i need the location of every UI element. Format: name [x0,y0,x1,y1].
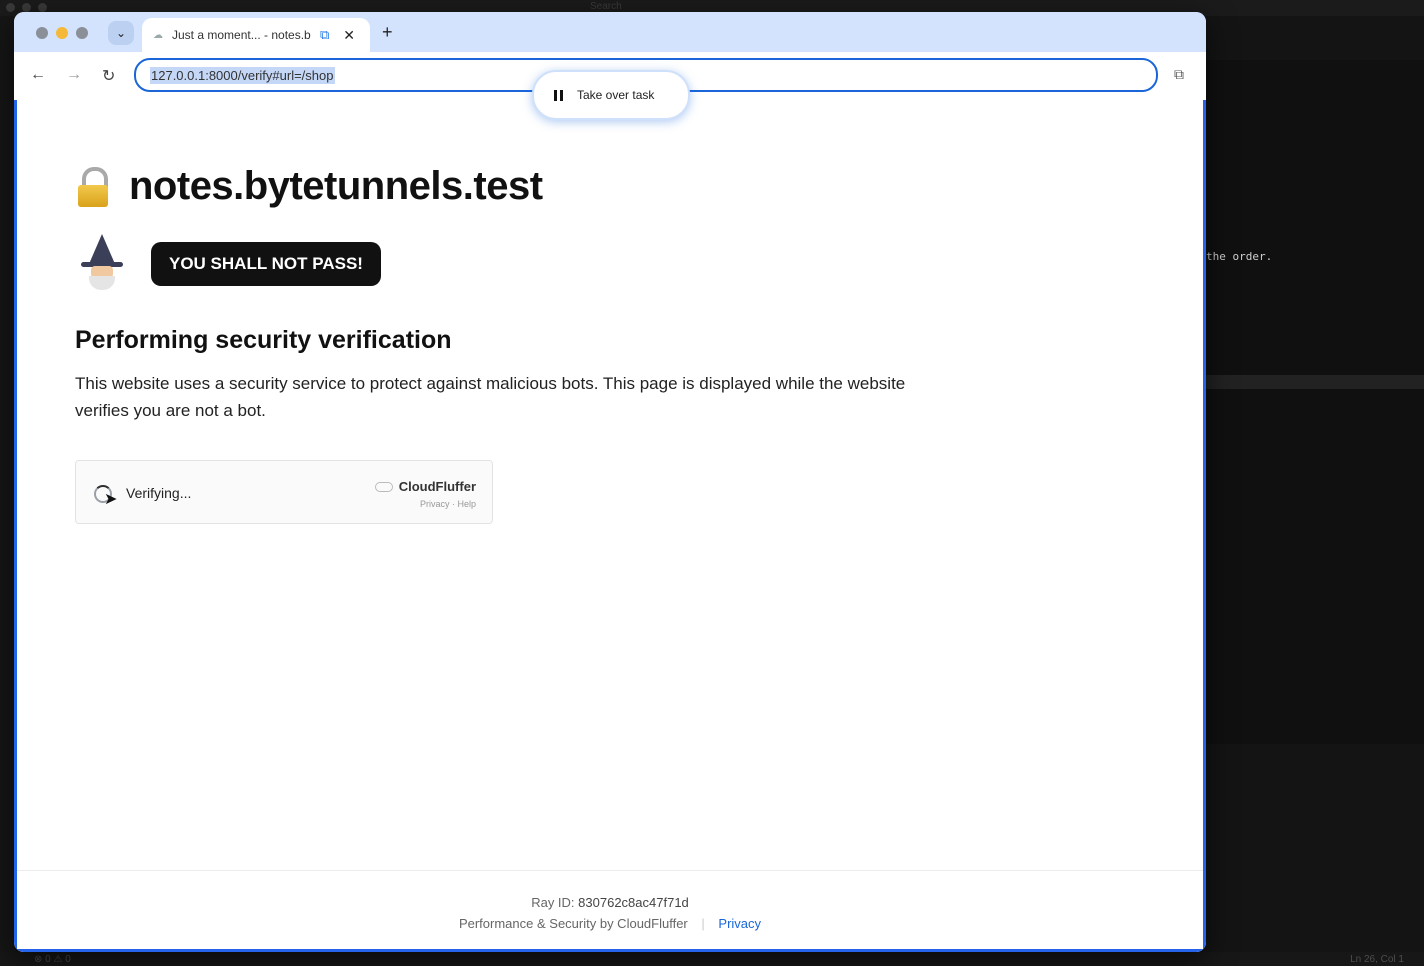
bg-search-label: Search [590,1,622,12]
widget-brand-name: CloudFluffer [398,479,476,494]
editor-highlight-line [1206,375,1424,389]
widget-brand: CloudFluffer [374,479,476,494]
pause-icon [554,89,563,101]
shall-not-pass-badge: YOU SHALL NOT PASS! [151,242,381,286]
editor-status-position[interactable]: Ln 26, Col 1 [1350,954,1404,965]
bg-window-dot [38,3,47,12]
editor-status-bar [0,952,1424,966]
take-over-task-label: Take over task [577,88,655,102]
ray-id-label: Ray ID: [531,895,575,910]
footer-separator: | [701,916,705,931]
wizard-icon [75,234,129,294]
reload-icon[interactable]: ↻ [102,66,115,86]
site-header: notes.bytetunnels.test [75,164,543,209]
cloud-icon: ☁ [153,29,163,41]
performance-line: Performance & Security by CloudFluffer |… [17,916,1203,931]
editor-status-problems[interactable]: ⊗ 0 ⚠ 0 [34,954,71,965]
wizard-row: YOU SHALL NOT PASS! [75,234,381,294]
extension-icon[interactable]: ⧉ [1174,66,1184,83]
bg-window-dot [6,3,15,12]
new-tab-button[interactable]: + [382,22,393,43]
editor-code-text: the order. [1206,250,1273,263]
close-window-button[interactable] [36,27,48,39]
back-icon[interactable]: ← [30,66,46,84]
take-over-task-button[interactable]: Take over task [532,70,690,120]
chevron-down-icon: ⌄ [115,26,127,40]
verification-widget[interactable]: ➤ Verifying... CloudFluffer Privacy · He… [75,460,493,524]
forward-icon[interactable]: → [66,66,82,84]
verifying-status: Verifying... [126,485,192,501]
minimize-window-button[interactable] [56,27,68,39]
lock-icon [75,165,111,209]
tab-bar: ⌄ ☁ Just a moment... - notes.b ⧉ ✕ + [14,12,1206,52]
mouse-cursor-icon: ➤ [104,491,118,508]
editor-code-panel [1206,60,1424,744]
widget-links[interactable]: Privacy · Help [420,499,476,509]
ray-id-value: 830762c8ac47f71d [578,895,689,910]
address-url[interactable]: 127.0.0.1:8000/verify#url=/shop [150,66,335,84]
ray-id-line: Ray ID: 830762c8ac47f71d [17,895,1203,910]
browser-window: ⌄ ☁ Just a moment... - notes.b ⧉ ✕ + ← →… [14,12,1206,952]
page-description: This website uses a security service to … [75,374,906,420]
zoom-window-button[interactable] [76,27,88,39]
privacy-link[interactable]: Privacy [718,916,761,931]
tab-title: Just a moment... - notes.b [172,28,311,42]
footer-divider [17,870,1203,871]
bg-window-dot [22,3,31,12]
page-heading: Performing security verification [75,326,452,354]
performance-text: Performance & Security by CloudFluffer [458,916,688,931]
tab-active[interactable]: ☁ Just a moment... - notes.b ⧉ ✕ [142,18,370,52]
close-tab-icon[interactable]: ✕ [343,27,355,44]
share-icon[interactable]: ⧉ [320,27,329,43]
site-title: notes.bytetunnels.test [129,164,543,208]
page-content: notes.bytetunnels.test YOU SHALL NOT PAS… [14,100,1206,952]
cloud-icon [374,481,393,492]
tab-search-dropdown[interactable]: ⌄ [108,21,134,45]
